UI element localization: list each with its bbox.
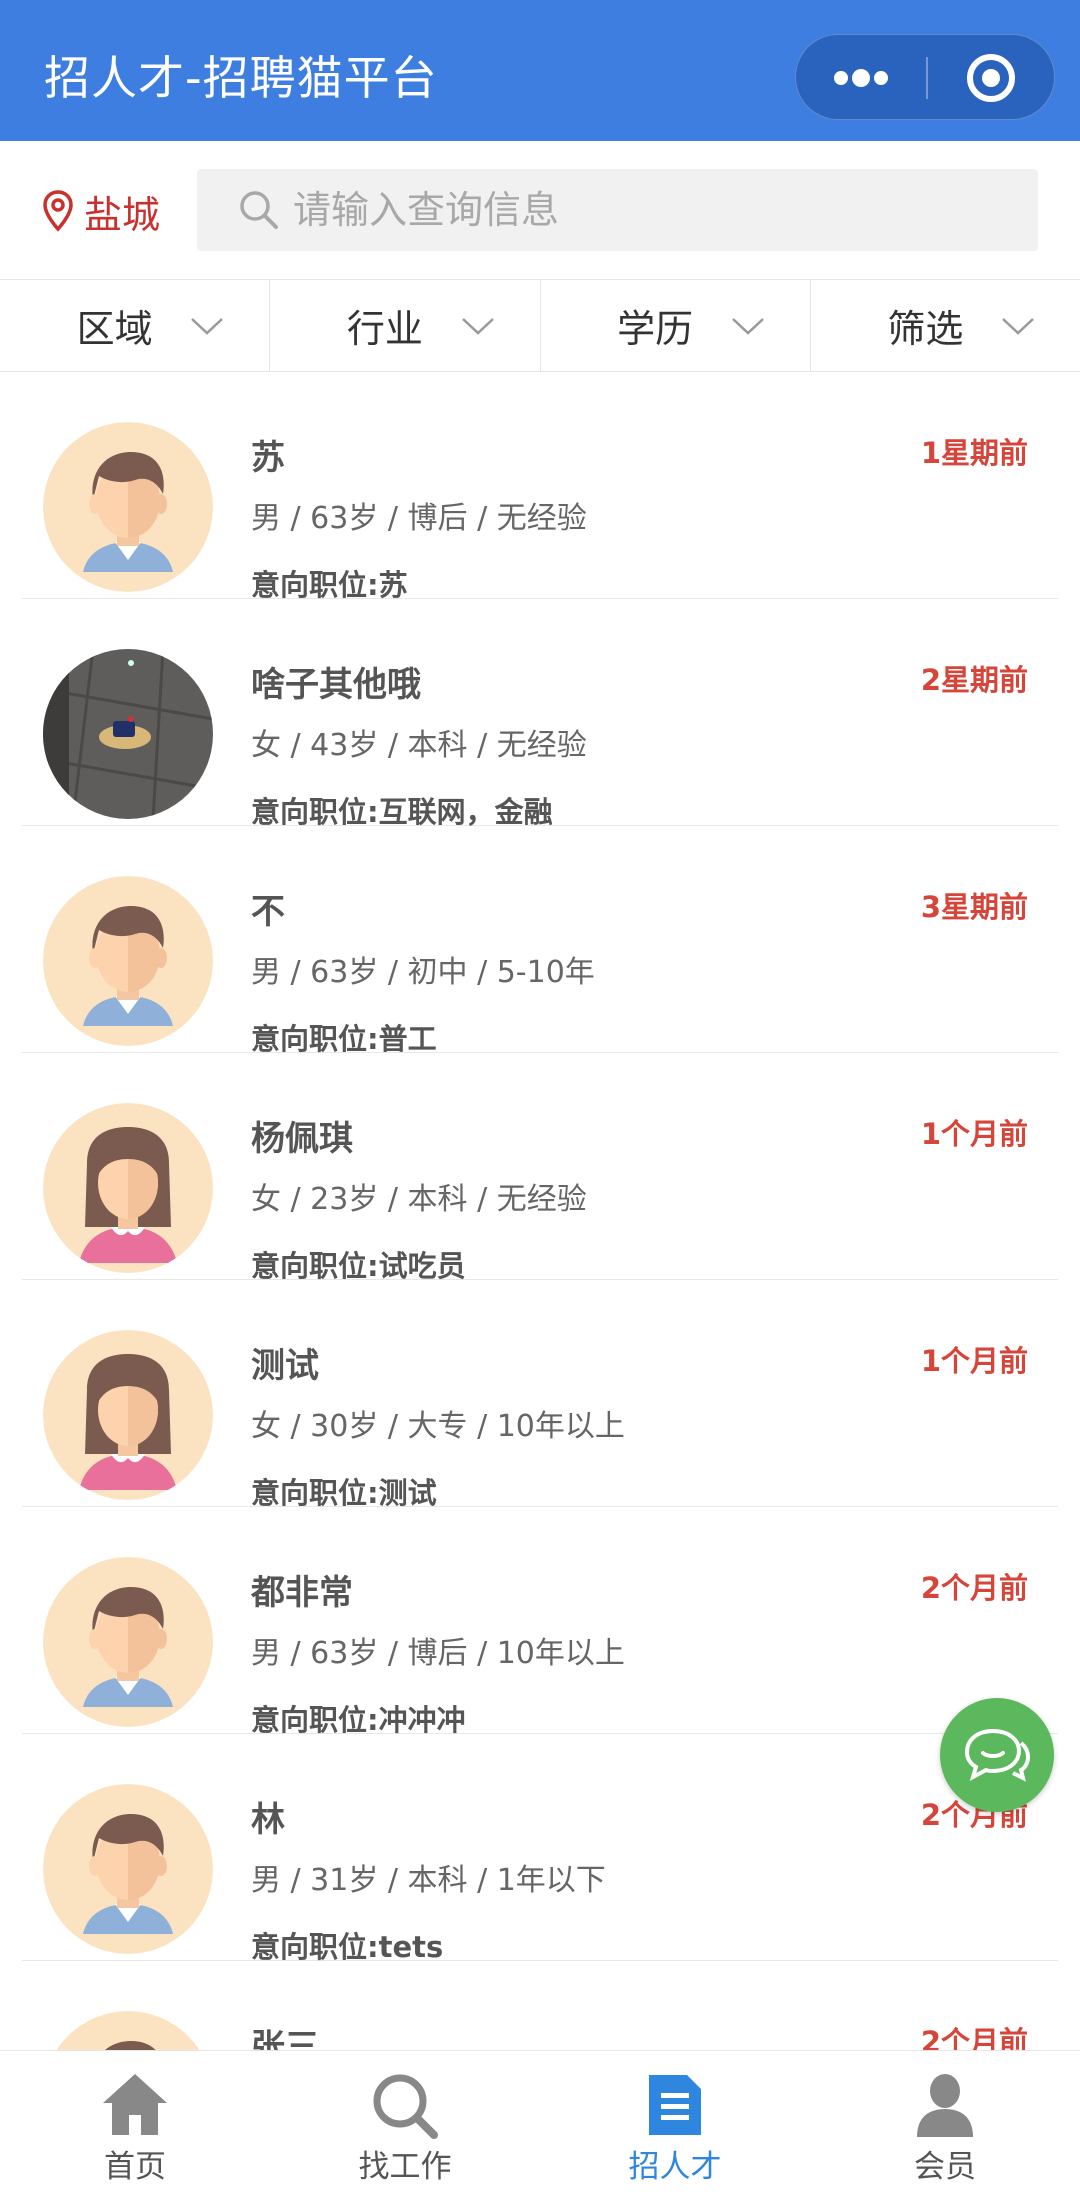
male-avatar (43, 422, 213, 592)
tab-label: 首页 (104, 2149, 166, 2185)
city-selector[interactable]: 盐城 (42, 187, 160, 237)
candidate-name: 林 (251, 1800, 285, 1840)
candidate-name: 不 (251, 892, 285, 932)
candidate-list: 苏男 / 63岁 / 博后 / 无经验 意向职位:苏 1星期前 啥子其他哦女 / 4… (0, 372, 1080, 2050)
filter-more[interactable]: 筛选 (811, 280, 1080, 371)
candidate-name: 张三 (251, 2027, 319, 2050)
candidate-row[interactable]: 杨佩琪女 / 23岁 / 本科 / 无经验 意向职位:试吃员 1个月前 (22, 1053, 1058, 1283)
filter-label: 学历 (617, 307, 694, 351)
bottom-tab-bar: 首页 找工作 招人才 会员 (0, 2050, 1080, 2198)
more-dots-icon (834, 69, 888, 87)
candidate-time: 1个月前 (920, 1344, 1028, 1378)
tab-label: 找工作 (358, 2149, 452, 2185)
candidate-row[interactable]: 不男 / 63岁 / 初中 / 5-10年 意向职位:普工 3星期前 (22, 826, 1058, 1056)
candidate-info: 男 / 63岁 / 博后 / 10年以上 (251, 1636, 625, 1671)
home-icon (103, 2074, 167, 2135)
candidate-intent: 意向职位:苏 (251, 568, 408, 602)
candidate-row[interactable]: 张三 2个月前 (22, 1961, 1058, 2050)
candidate-info: 男 / 63岁 / 初中 / 5-10年 (251, 955, 595, 990)
chat-float-button[interactable] (940, 1698, 1054, 1812)
search-icon (373, 2074, 438, 2139)
tab-label: 招人才 (628, 2149, 722, 2185)
city-label: 盐城 (84, 192, 161, 237)
candidate-intent: 意向职位:试吃员 (251, 1249, 466, 1283)
tab-recruit[interactable]: 招人才 (540, 2051, 810, 2198)
candidate-name: 苏 (251, 438, 285, 478)
male-avatar (43, 1557, 213, 1727)
filter-industry[interactable]: 行业 (270, 280, 541, 371)
page-title: 招人才-招聘猫平台 (44, 51, 438, 105)
candidate-intent: 意向职位:tets (251, 1930, 444, 1964)
document-icon (649, 2075, 701, 2135)
tab-member[interactable]: 会员 (810, 2051, 1080, 2198)
search-box[interactable] (197, 169, 1038, 251)
male-avatar (43, 1784, 213, 1954)
candidate-name: 都非常 (251, 1573, 353, 1613)
candidate-info: 男 / 31岁 / 本科 / 1年以下 (251, 1863, 606, 1898)
filter-bar: 区域 行业 学历 筛选 (0, 280, 1080, 372)
candidate-time: 3星期前 (920, 890, 1028, 924)
male-avatar (43, 2011, 213, 2050)
filter-label: 筛选 (887, 307, 964, 351)
female-avatar (43, 1103, 213, 1273)
candidate-name: 杨佩琪 (251, 1119, 353, 1159)
target-close-icon (967, 54, 1015, 102)
chevron-down-icon (461, 318, 494, 335)
filter-education[interactable]: 学历 (541, 280, 811, 371)
location-pin-icon (43, 190, 73, 232)
candidate-intent: 意向职位:冲冲冲 (251, 1703, 466, 1737)
chevron-down-icon (1002, 318, 1034, 335)
candidate-time: 2个月前 (920, 1571, 1028, 1605)
candidate-row[interactable]: 苏男 / 63岁 / 博后 / 无经验 意向职位:苏 1星期前 (22, 372, 1058, 602)
candidate-info: 女 / 43岁 / 本科 / 无经验 (251, 728, 587, 763)
male-avatar (43, 876, 213, 1046)
miniprogram-capsule (795, 34, 1055, 120)
candidate-row[interactable]: 林男 / 31岁 / 本科 / 1年以下 意向职位:tets 2个月前 (22, 1734, 1058, 1964)
candidate-info: 男 / 63岁 / 博后 / 无经验 (251, 501, 587, 536)
candidate-info: 女 / 30岁 / 大专 / 10年以上 (251, 1409, 625, 1444)
search-row: 盐城 (0, 141, 1080, 280)
tab-label: 会员 (914, 2149, 976, 2185)
search-icon (240, 191, 278, 229)
candidate-row[interactable]: 测试女 / 30岁 / 大专 / 10年以上 意向职位:测试 1个月前 (22, 1280, 1058, 1510)
close-miniprogram-button[interactable] (927, 35, 1056, 121)
candidate-row[interactable]: 都非常男 / 63岁 / 博后 / 10年以上 意向职位:冲冲冲 2个月前 (22, 1507, 1058, 1737)
tab-home[interactable]: 首页 (0, 2051, 270, 2198)
candidate-info: 女 / 23岁 / 本科 / 无经验 (251, 1182, 587, 1217)
candidate-time: 1星期前 (920, 436, 1028, 470)
more-button[interactable] (796, 35, 926, 121)
filter-region[interactable]: 区域 (0, 280, 271, 371)
chevron-down-icon (191, 318, 224, 335)
candidate-time: 1个月前 (920, 1117, 1028, 1151)
filter-label: 区域 (76, 307, 153, 351)
candidate-time: 2星期前 (920, 663, 1028, 697)
filter-label: 行业 (346, 307, 423, 351)
header-bar: 招人才-招聘猫平台 (0, 0, 1080, 141)
chat-bubbles-icon (964, 1728, 1031, 1782)
tab-find-job[interactable]: 找工作 (270, 2051, 540, 2198)
candidate-time: 2个月前 (920, 2025, 1028, 2050)
candidate-name: 啥子其他哦 (251, 665, 421, 705)
candidate-intent: 意向职位:互联网，金融 (251, 795, 553, 829)
candidate-row[interactable]: 啥子其他哦女 / 43岁 / 本科 / 无经验 意向职位:互联网，金融 2星期前 (22, 599, 1058, 829)
photo-avatar (43, 649, 213, 819)
chevron-down-icon (731, 318, 764, 335)
search-input[interactable] (293, 179, 993, 241)
candidate-name: 测试 (251, 1346, 319, 1386)
user-icon (917, 2074, 973, 2137)
female-avatar (43, 1330, 213, 1500)
candidate-intent: 意向职位:普工 (251, 1022, 437, 1056)
candidate-intent: 意向职位:测试 (251, 1476, 437, 1510)
